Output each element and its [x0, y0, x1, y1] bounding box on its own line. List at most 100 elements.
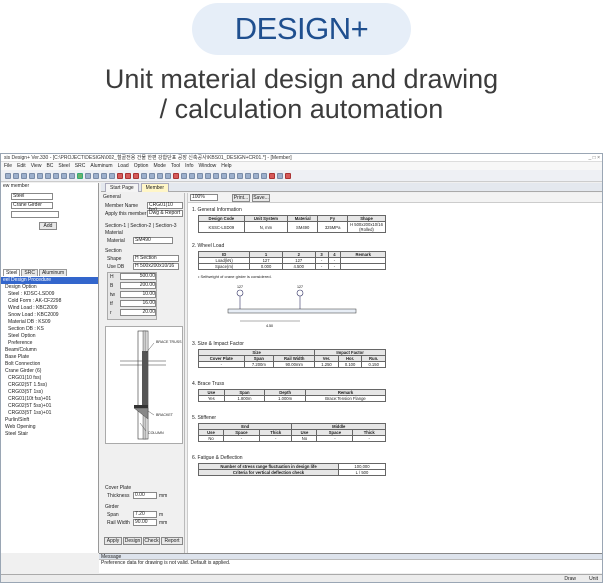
- tree-item[interactable]: Snow Load : KBC2009: [1, 312, 98, 319]
- zoom-select[interactable]: 100%: [190, 194, 218, 201]
- unit-checkbox[interactable]: Unit: [589, 576, 598, 582]
- rail-width-input[interactable]: 90.00: [133, 519, 157, 526]
- section-tabs[interactable]: Section-1 | Section-2 | Section-3: [105, 223, 177, 229]
- tool-icon[interactable]: [173, 172, 179, 179]
- tool-icon[interactable]: [149, 172, 155, 179]
- tool-icon[interactable]: [277, 172, 283, 179]
- menu-help[interactable]: Help: [221, 162, 231, 170]
- tree-item[interactable]: Steel Option: [1, 333, 98, 340]
- check-button[interactable]: Check: [143, 537, 160, 545]
- zoom-icon[interactable]: [237, 172, 243, 179]
- shape-select[interactable]: H Section: [133, 255, 179, 262]
- dim-input-h[interactable]: 500.00: [120, 273, 156, 280]
- print-icon[interactable]: [29, 172, 35, 179]
- tree-item[interactable]: Design Option: [1, 284, 98, 291]
- print-button[interactable]: Print...: [232, 194, 250, 202]
- tree-item[interactable]: CRG01(10t fss)+01: [1, 396, 98, 403]
- tree-item[interactable]: CRG02(5T 1.5ss): [1, 382, 98, 389]
- save-button[interactable]: Save...: [252, 194, 270, 202]
- zoom-icon[interactable]: [245, 172, 251, 179]
- tool-icon[interactable]: [101, 172, 107, 179]
- tool-icon[interactable]: [205, 172, 211, 179]
- tree-item[interactable]: Section DB : KS: [1, 326, 98, 333]
- menu-view[interactable]: View: [31, 162, 42, 170]
- tree-item[interactable]: Cold Form : AK-CF2298: [1, 298, 98, 305]
- apply-select[interactable]: Dwg & Report: [147, 210, 183, 217]
- menu-src[interactable]: SRC: [75, 162, 86, 170]
- span-input[interactable]: 7.20: [133, 511, 157, 518]
- tool-icon[interactable]: [109, 172, 115, 179]
- tree-item[interactable]: Steel Stair: [1, 431, 98, 438]
- menu-info[interactable]: Info: [185, 162, 193, 170]
- name-input[interactable]: [11, 211, 59, 218]
- tree-item[interactable]: Wind Load : KBC2009: [1, 305, 98, 312]
- tree-item[interactable]: CRG03(5T 1ss)+01: [1, 410, 98, 417]
- cut-icon[interactable]: [37, 172, 43, 179]
- save-icon[interactable]: [21, 172, 27, 179]
- zoom-icon[interactable]: [229, 172, 235, 179]
- tab-member[interactable]: Member: [140, 183, 169, 192]
- tree-item[interactable]: Steel : KDSC-LSD09: [1, 291, 98, 298]
- menu-tool[interactable]: Tool: [171, 162, 180, 170]
- thickness-input[interactable]: 0.00: [133, 492, 157, 499]
- tool-icon[interactable]: [213, 172, 219, 179]
- material-select[interactable]: SM490: [133, 237, 173, 244]
- open-icon[interactable]: [13, 172, 19, 179]
- apply-button[interactable]: Apply: [104, 537, 122, 545]
- tool-icon[interactable]: [85, 172, 91, 179]
- tab-aluminum[interactable]: Aluminum: [38, 269, 68, 276]
- tool-icon[interactable]: [181, 172, 187, 179]
- tree-item[interactable]: eel Design Procedure: [1, 277, 98, 284]
- menu-option[interactable]: Option: [134, 162, 149, 170]
- menu-steel[interactable]: Steel: [58, 162, 69, 170]
- menu-file[interactable]: File: [4, 162, 12, 170]
- delete-icon[interactable]: [125, 172, 131, 179]
- add-button[interactable]: Add: [39, 222, 57, 230]
- section-db-select[interactable]: H 500x200x10/16: [133, 263, 179, 270]
- tree-item[interactable]: CRG02(5T 5ss)+01: [1, 403, 98, 410]
- undo-icon[interactable]: [61, 172, 67, 179]
- paste-icon[interactable]: [53, 172, 59, 179]
- window-controls[interactable]: _ □ ×: [589, 154, 601, 162]
- type-select[interactable]: Crane Girder: [11, 202, 53, 209]
- dim-input-tf[interactable]: 16.00: [120, 300, 156, 307]
- tool-icon[interactable]: [261, 172, 267, 179]
- tree-item[interactable]: Bolt Connection: [1, 361, 98, 368]
- dim-input-r[interactable]: 20.00: [120, 309, 156, 316]
- tool-icon[interactable]: [253, 172, 259, 179]
- tool-icon[interactable]: [157, 172, 163, 179]
- menu-mode[interactable]: Mode: [153, 162, 166, 170]
- tool-icon[interactable]: [189, 172, 195, 179]
- report-button[interactable]: Report: [161, 537, 183, 545]
- tool-icon[interactable]: [197, 172, 203, 179]
- member-name-input[interactable]: CRG01(10 fss): [147, 202, 183, 213]
- new-icon[interactable]: [5, 172, 11, 179]
- tree-item[interactable]: CRG03(5T 1ss): [1, 389, 98, 396]
- menu-window[interactable]: Window: [199, 162, 217, 170]
- menu-aluminum[interactable]: Aluminum: [90, 162, 112, 170]
- tool-icon[interactable]: [221, 172, 227, 179]
- tool-icon[interactable]: [269, 172, 275, 179]
- tab-start-page[interactable]: Start Page: [105, 183, 139, 192]
- menu-load[interactable]: Load: [118, 162, 129, 170]
- design-button[interactable]: Design: [123, 537, 142, 545]
- use-db-checkbox[interactable]: Use DB: [107, 264, 124, 270]
- draw-checkbox[interactable]: Draw: [564, 576, 576, 582]
- tree-item[interactable]: Base Plate: [1, 354, 98, 361]
- dim-input-b[interactable]: 200.00: [120, 282, 156, 289]
- material-select[interactable]: Steel: [11, 193, 53, 200]
- tool-icon[interactable]: [141, 172, 147, 179]
- tool-icon[interactable]: [285, 172, 291, 179]
- tree-item[interactable]: CRG01(10 fss): [1, 375, 98, 382]
- tree-item[interactable]: Beam/Column: [1, 347, 98, 354]
- dim-input-tw[interactable]: 10.00: [120, 291, 156, 298]
- redo-icon[interactable]: [69, 172, 75, 179]
- tool-icon[interactable]: [93, 172, 99, 179]
- tool-icon[interactable]: [133, 172, 139, 179]
- tree-item[interactable]: Preference: [1, 340, 98, 347]
- tree-item[interactable]: Crane Girder (6): [1, 368, 98, 375]
- menu-bc[interactable]: BC: [46, 162, 53, 170]
- tool-icon[interactable]: [165, 172, 171, 179]
- run-icon[interactable]: [77, 172, 83, 179]
- tree-item[interactable]: Web Opening: [1, 424, 98, 431]
